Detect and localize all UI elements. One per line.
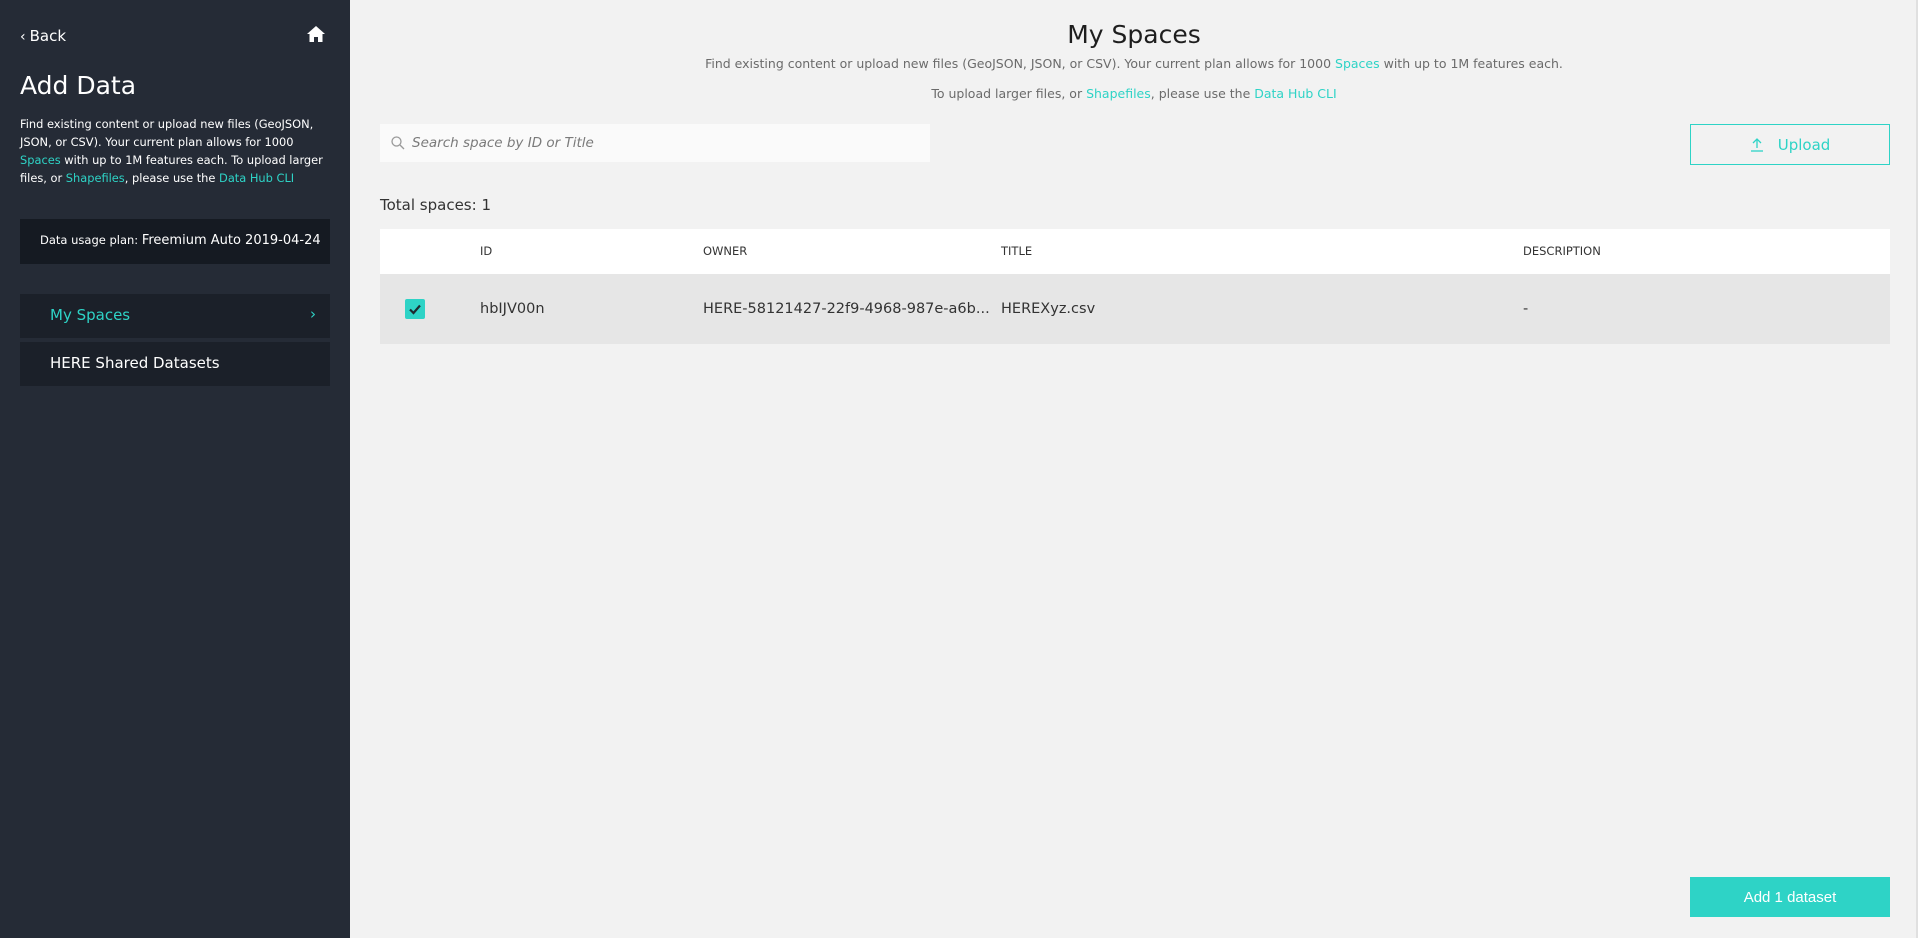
- spaces-table: ID OWNER TITLE DESCRIPTION hbIJV00n HERE…: [380, 229, 1890, 344]
- search-box[interactable]: [380, 124, 930, 162]
- data-hub-cli-link[interactable]: Data Hub CLI: [219, 171, 294, 185]
- column-header-id[interactable]: ID: [480, 229, 492, 274]
- column-header-owner[interactable]: OWNER: [703, 229, 747, 274]
- upload-icon: [1750, 137, 1763, 152]
- page-subtitle-2: To upload larger files, or Shapefiles, p…: [931, 86, 1337, 101]
- plan-value: Freemium Auto 2019-04-24: [141, 233, 321, 248]
- check-icon: [409, 304, 421, 315]
- cell-id: hbIJV00n: [480, 301, 545, 317]
- sidebar-item-label: My Spaces: [50, 306, 131, 324]
- shapefiles-link[interactable]: Shapefiles: [66, 171, 125, 185]
- column-header-description[interactable]: DESCRIPTION: [1523, 229, 1601, 274]
- spaces-link[interactable]: Spaces: [20, 153, 61, 167]
- main-panel: My Spaces Find existing content or uploa…: [350, 0, 1918, 938]
- sidebar-item-here-shared-datasets[interactable]: HERE Shared Datasets: [20, 342, 330, 386]
- add-dataset-button[interactable]: Add 1 dataset: [1690, 877, 1890, 917]
- page-subtitle: Find existing content or upload new file…: [705, 56, 1563, 71]
- upload-label: Upload: [1777, 135, 1831, 154]
- cell-description: -: [1523, 301, 1529, 317]
- home-icon[interactable]: [306, 24, 326, 44]
- back-label: Back: [29, 27, 67, 45]
- row-checkbox[interactable]: [405, 299, 425, 319]
- total-spaces: Total spaces: 1: [380, 196, 491, 214]
- data-hub-cli-link[interactable]: Data Hub CLI: [1254, 86, 1336, 101]
- sidebar-title: Add Data: [20, 71, 137, 100]
- back-button[interactable]: ‹ Back: [20, 27, 66, 45]
- table-row[interactable]: hbIJV00n HERE-58121427-22f9-4968-987e-a6…: [380, 274, 1890, 344]
- table-header: ID OWNER TITLE DESCRIPTION: [380, 229, 1890, 274]
- column-header-title[interactable]: TITLE: [1001, 229, 1032, 274]
- chevron-left-icon: ‹: [20, 29, 26, 45]
- cell-title: HEREXyz.csv: [1001, 301, 1096, 317]
- page-title: My Spaces: [1067, 20, 1201, 49]
- plan-label: Data usage plan:: [40, 233, 139, 247]
- cell-owner: HERE-58121427-22f9-4968-987e-a6b...: [703, 301, 990, 317]
- sidebar-description: Find existing content or upload new file…: [20, 117, 323, 185]
- sidebar-item-label: HERE Shared Datasets: [50, 354, 220, 372]
- upload-button[interactable]: Upload: [1690, 124, 1890, 165]
- sidebar: ‹ Back Add Data Find existing content or …: [0, 0, 350, 938]
- data-usage-plan: Data usage plan: Freemium Auto 2019-04-2…: [20, 219, 330, 264]
- spaces-link[interactable]: Spaces: [1335, 56, 1380, 71]
- search-icon: [391, 136, 405, 150]
- sidebar-item-my-spaces[interactable]: My Spaces ›: [20, 294, 330, 338]
- chevron-right-icon: ›: [310, 305, 316, 323]
- search-input[interactable]: [410, 134, 918, 152]
- shapefiles-link[interactable]: Shapefiles: [1086, 86, 1151, 101]
